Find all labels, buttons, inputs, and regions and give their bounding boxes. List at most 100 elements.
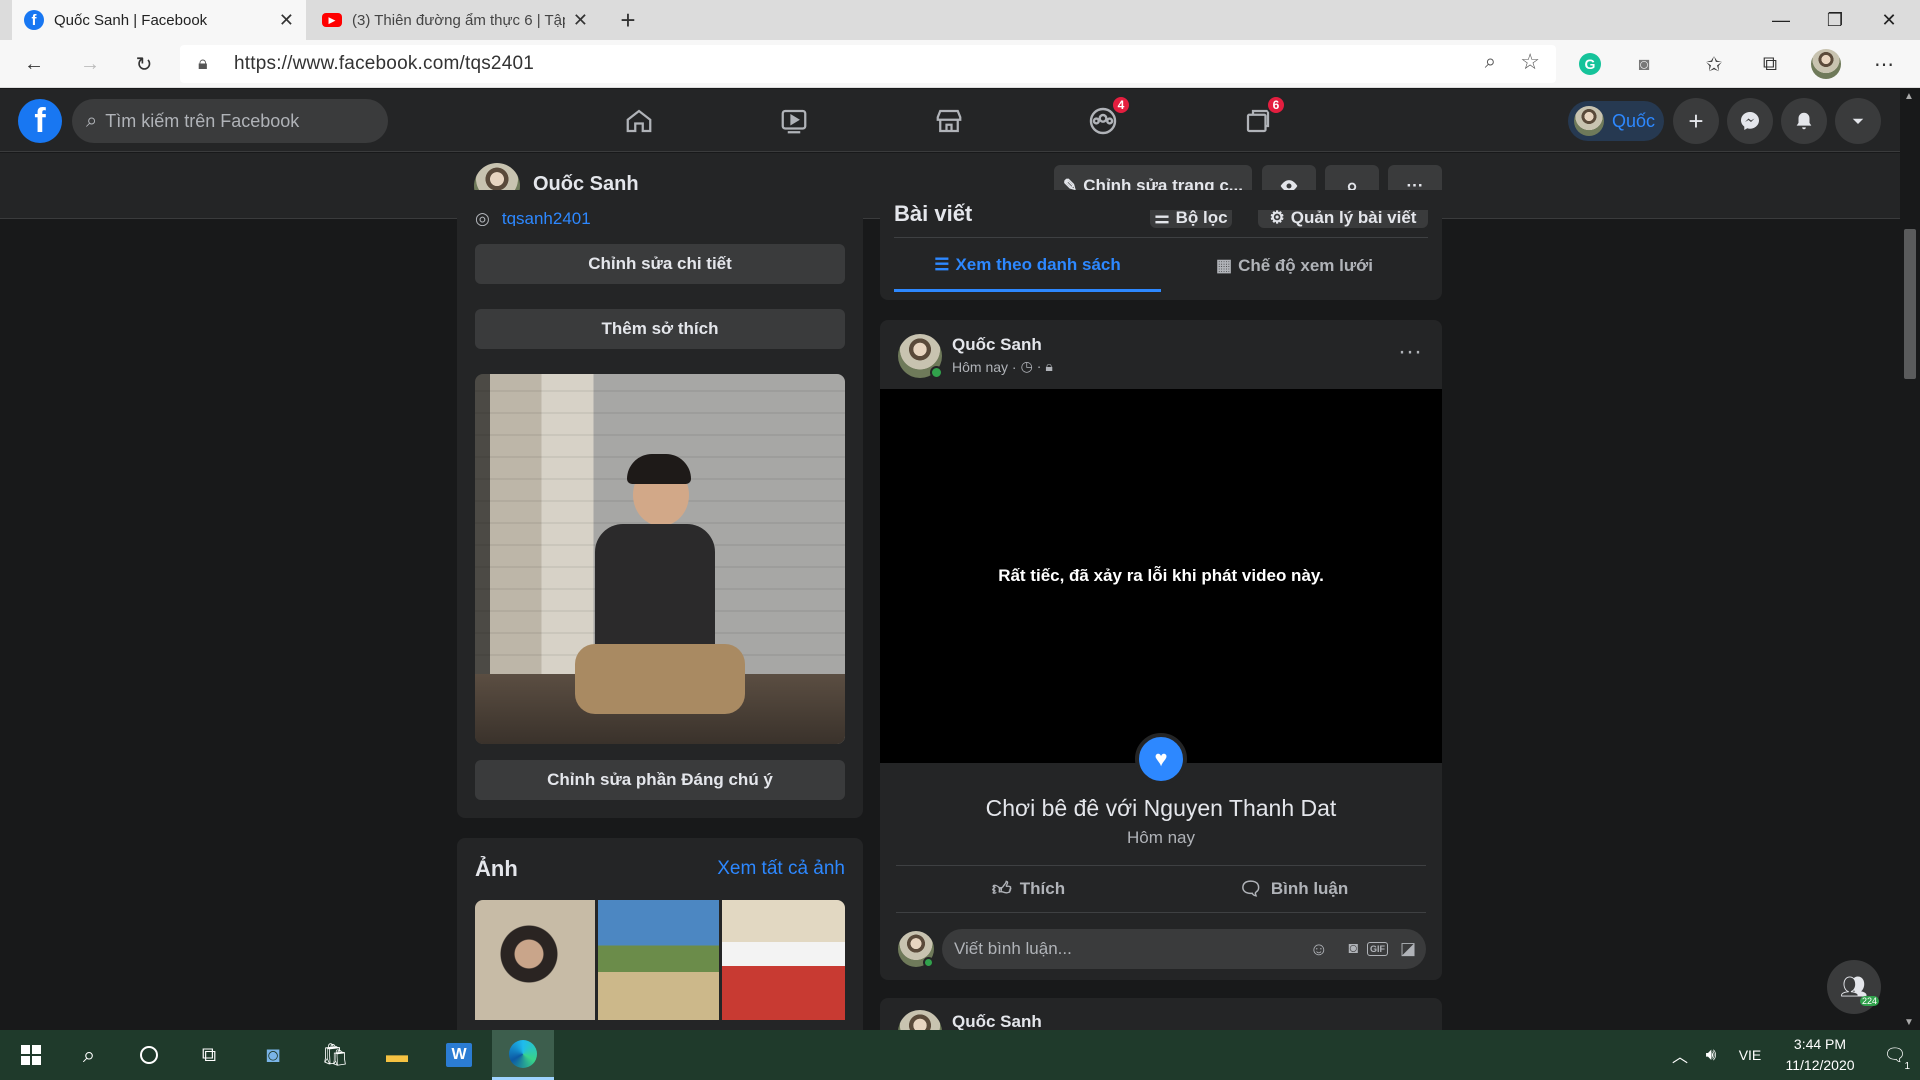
edge-browser-icon[interactable] (492, 1030, 554, 1080)
task-view-icon[interactable]: ⧉ (180, 1030, 238, 1080)
contacts-count-badge: 224 (1859, 996, 1879, 1006)
language-indicator[interactable]: VIE (1732, 1030, 1768, 1080)
notifications-bell-icon[interactable] (1781, 98, 1827, 144)
facebook-logo-icon[interactable]: f (18, 99, 62, 143)
video-player[interactable]: Rất tiếc, đã xảy ra lỗi khi phát video n… (880, 389, 1442, 763)
photo-thumbnail[interactable] (598, 900, 719, 1020)
edit-details-button[interactable]: Chỉnh sửa chi tiết (475, 244, 845, 284)
like-button[interactable]: 👍︎ Thích (896, 870, 1161, 908)
scroll-up-arrow-icon[interactable]: ▲ (1904, 91, 1914, 102)
list-icon: ☰ (934, 254, 950, 274)
show-hidden-icons-chevron[interactable]: ︿ (1666, 1030, 1694, 1080)
windows-start-icon[interactable] (2, 1030, 60, 1080)
emoji-icon[interactable]: ☺ (1310, 939, 1328, 960)
favorites-icon[interactable]: ✩ (1696, 46, 1732, 82)
sticker-icon[interactable]: ◪ (1400, 939, 1416, 959)
camera-extension-icon[interactable]: ◙ (1626, 46, 1662, 82)
camera-app-icon[interactable]: ◙ (244, 1030, 302, 1080)
notification-count: 1 (1904, 1061, 1910, 1072)
scroll-thumb[interactable] (1904, 229, 1916, 379)
tab-facebook[interactable]: f Quốc Sanh | Facebook ✕ (12, 0, 306, 40)
filter-icon: ⚌ (1154, 208, 1170, 227)
settings-more-icon[interactable]: ⋯ (1866, 46, 1902, 82)
action-center-icon[interactable]: 🗨︎ 1 (1870, 1030, 1920, 1080)
profile-chip[interactable]: Quốc (1568, 101, 1664, 141)
life-event-heart-icon: ♥ (1135, 733, 1187, 785)
comment-button[interactable]: 🗨︎ Bình luận (1161, 870, 1426, 908)
word-app-icon[interactable]: W (430, 1030, 488, 1080)
tab-list-label: Xem theo danh sách (955, 254, 1121, 274)
filter-button[interactable]: ⚌ Bộ lọc (1150, 208, 1232, 228)
comment-label: Bình luận (1270, 879, 1349, 898)
zoom-icon[interactable]: ⌕ (1485, 51, 1496, 74)
volume-icon[interactable]: 🔊︎ (1696, 1030, 1726, 1080)
instagram-link[interactable]: ◎ tqsanh2401 (475, 212, 591, 226)
favorite-star-icon[interactable]: ☆ (1520, 49, 1540, 75)
scroll-down-arrow-icon[interactable]: ▼ (1904, 1017, 1914, 1028)
photo-thumbnail[interactable] (722, 900, 845, 1020)
edit-featured-button[interactable]: Chỉnh sửa phần Đáng chú ý (475, 760, 845, 800)
file-explorer-icon[interactable]: ▬ (368, 1030, 426, 1080)
photos-title: Ảnh (475, 856, 518, 881)
restore-icon[interactable]: ❐ (1808, 0, 1862, 40)
page-scrollbar[interactable]: ▲ ▼ (1900, 89, 1920, 1030)
camera-icon[interactable]: ◙ (1348, 940, 1358, 958)
account-menu-chevron-icon[interactable] (1835, 98, 1881, 144)
photos-card: Ảnh Xem tất cả ảnh (457, 838, 863, 1038)
search-input[interactable]: ⌕ Tìm kiếm trên Facebook (72, 99, 388, 143)
tab-grid-view[interactable]: ▦ Chế độ xem lưới (1161, 240, 1428, 292)
address-bar[interactable]: 🔒︎ https://www.facebook.com/tqs2401 ⌕ ☆ (180, 45, 1556, 83)
clock[interactable]: 3:44 PM 11/12/2020 (1772, 1034, 1868, 1076)
photo-thumbnail[interactable] (475, 900, 595, 1020)
see-all-photos-link[interactable]: Xem tất cả ảnh (717, 858, 845, 880)
refresh-icon[interactable]: ↻ (126, 46, 162, 82)
online-dot (930, 366, 943, 379)
forward-icon[interactable]: → (72, 46, 108, 82)
intro-card: ◎ tqsanh2401 Chỉnh sửa chi tiết Thêm sở … (457, 190, 863, 818)
tab-youtube[interactable]: ▶ (3) Thiên đường ẩm thực 6 | Tập ✕ (310, 0, 600, 40)
post-author-name[interactable]: Quốc Sanh (952, 1012, 1042, 1032)
gaming-icon[interactable]: 6 (1236, 95, 1286, 143)
gaming-badge: 6 (1266, 95, 1286, 115)
groups-badge: 4 (1111, 95, 1131, 115)
youtube-favicon-icon: ▶ (322, 13, 342, 27)
post-time[interactable]: Hôm nay · (952, 359, 1017, 375)
groups-icon[interactable]: 4 (1081, 95, 1131, 143)
post-options-button[interactable]: ··· (1398, 338, 1422, 366)
close-tab-icon[interactable]: ✕ (279, 10, 294, 31)
marketplace-icon[interactable] (927, 99, 971, 143)
manage-posts-button[interactable]: ⚙ Quản lý bài viết (1258, 208, 1428, 228)
store-icon[interactable]: 🛍︎ (306, 1030, 364, 1080)
post-author-name[interactable]: Quốc Sanh (952, 335, 1042, 355)
messenger-icon[interactable] (1727, 98, 1773, 144)
new-tab-icon[interactable]: + (612, 4, 644, 36)
collections-icon[interactable]: ⧉ (1752, 46, 1788, 82)
watch-video-icon[interactable] (772, 99, 816, 143)
url-text: https://www.facebook.com/tqs2401 (234, 53, 534, 74)
home-icon[interactable] (617, 99, 661, 143)
featured-photo[interactable] (475, 374, 845, 744)
browser-toolbar: ← → ↻ 🔒︎ https://www.facebook.com/tqs240… (0, 40, 1920, 88)
grammarly-icon[interactable]: G (1572, 46, 1608, 82)
post-card: Quốc Sanh Hôm nay · ◷ · 🔒︎ ··· Rất tiếc,… (880, 320, 1442, 980)
posts-header-card: Bài viết ⚌ Bộ lọc ⚙ Quản lý bài viết ☰ X… (880, 190, 1442, 300)
close-window-icon[interactable]: ✕ (1862, 0, 1916, 40)
profile-chip-name: Quốc (1612, 110, 1656, 131)
new-message-contacts-button[interactable]: 👥︎ 224 (1827, 960, 1881, 1014)
comment-input[interactable]: Viết bình luận... ☺ ◙ GIF ◪ (942, 929, 1426, 969)
minimize-icon[interactable]: — (1754, 0, 1808, 40)
back-icon[interactable]: ← (16, 46, 52, 82)
search-icon: ⌕ (86, 109, 98, 132)
instagram-handle: tqsanh2401 (501, 212, 591, 226)
search-icon[interactable]: ⌕ (60, 1030, 118, 1080)
tab-list-view[interactable]: ☰ Xem theo danh sách (894, 240, 1161, 292)
gif-icon[interactable]: GIF (1367, 942, 1388, 956)
create-plus-icon[interactable]: + (1673, 98, 1719, 144)
life-event-title: Chơi bê đê với Nguyen Thanh Dat (985, 795, 1337, 821)
close-tab-icon[interactable]: ✕ (573, 10, 588, 31)
privacy-lock-icon[interactable]: · 🔒︎ (1037, 358, 1053, 375)
add-hobbies-button[interactable]: Thêm sở thích (475, 309, 845, 349)
cortana-icon[interactable] (120, 1030, 178, 1080)
profile-avatar-icon[interactable] (1808, 46, 1844, 82)
clock-icon: ◷ (1020, 358, 1033, 374)
